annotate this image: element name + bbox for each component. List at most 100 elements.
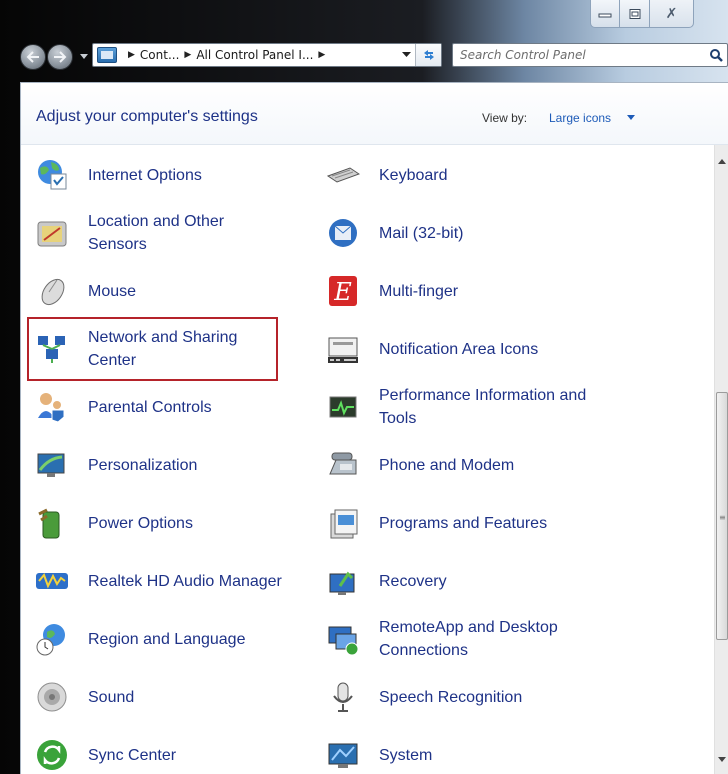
sync-center-icon — [35, 738, 69, 772]
item-label: Recovery — [379, 572, 447, 590]
item-parental-controls[interactable]: Parental Controls — [35, 381, 212, 433]
vertical-scrollbar[interactable]: ≡ — [714, 145, 728, 774]
mouse-icon — [35, 274, 69, 308]
notification-area-icon — [326, 332, 360, 366]
item-speech-recognition[interactable]: Speech Recognition — [326, 671, 522, 723]
close-button[interactable]: ✗ — [650, 0, 694, 28]
performance-icon — [326, 390, 360, 424]
phone-modem-icon — [326, 448, 360, 482]
scrollbar-thumb[interactable]: ≡ — [716, 392, 728, 640]
network-icon — [35, 332, 69, 366]
item-programs-features[interactable]: Programs and Features — [326, 497, 547, 549]
view-by-caret-icon[interactable] — [627, 115, 635, 120]
item-label: Speech Recognition — [379, 688, 523, 706]
window-frame: ✗ ▶ Cont... ▶ All Control Panel I... ▶ S… — [0, 0, 728, 774]
sound-icon — [35, 680, 69, 714]
content-pane: Adjust your computer's settings View by:… — [20, 82, 728, 774]
back-arrow-icon — [26, 51, 39, 63]
item-realtek-audio[interactable]: Realtek HD Audio Manager — [35, 555, 282, 607]
minimize-button[interactable] — [590, 0, 620, 28]
programs-features-icon — [326, 506, 360, 540]
item-mail[interactable]: Mail (32-bit) — [326, 207, 463, 259]
control-panel-icon — [97, 47, 117, 63]
item-label: Sync Center — [88, 746, 177, 764]
item-label: Notification Area Icons — [379, 340, 539, 358]
address-bar[interactable]: ▶ Cont... ▶ All Control Panel I... ▶ — [92, 43, 442, 67]
maximize-button[interactable] — [620, 0, 650, 28]
item-label: Phone and Modem — [379, 456, 515, 474]
refresh-button[interactable] — [415, 44, 441, 66]
system-icon — [326, 738, 360, 772]
internet-options-icon — [35, 158, 69, 192]
keyboard-icon — [326, 158, 360, 192]
item-sync-center[interactable]: Sync Center — [35, 729, 176, 774]
breadcrumb-arrow-icon[interactable]: ▶ — [184, 50, 191, 60]
region-language-icon — [35, 622, 69, 656]
item-notification-area[interactable]: Notification Area Icons — [326, 323, 538, 375]
item-label: Sound — [88, 688, 135, 706]
item-label: Internet Options — [88, 166, 202, 184]
item-phone-modem[interactable]: Phone and Modem — [326, 439, 514, 491]
item-label: Multi-finger — [379, 282, 459, 300]
navigation-bar: ▶ Cont... ▶ All Control Panel I... ▶ Sea… — [0, 40, 728, 72]
item-recovery[interactable]: Recovery — [326, 555, 447, 607]
item-power-options[interactable]: Power Options — [35, 497, 193, 549]
item-label: Realtek HD Audio Manager — [88, 572, 282, 590]
location-sensors-icon — [35, 216, 69, 250]
item-mouse[interactable]: Mouse — [35, 265, 136, 317]
restore-icon — [629, 8, 640, 19]
breadcrumb-arrow-icon[interactable]: ▶ — [318, 50, 325, 60]
power-options-icon — [35, 506, 69, 540]
parental-controls-icon — [35, 390, 69, 424]
recent-pages-dropdown-icon[interactable] — [80, 54, 88, 59]
item-label: Keyboard — [379, 166, 448, 184]
personalization-icon — [35, 448, 69, 482]
item-multi-finger[interactable]: E Multi-finger — [326, 265, 458, 317]
item-label: Mouse — [88, 282, 137, 300]
item-label: Parental Controls — [88, 398, 212, 416]
item-label: RemoteApp and Desktop Connections — [379, 619, 558, 659]
scroll-up-arrow-icon[interactable] — [718, 159, 726, 164]
search-placeholder: Search Control Panel — [460, 48, 586, 62]
item-personalization[interactable]: Personalization — [35, 439, 197, 491]
item-system[interactable]: System — [326, 729, 432, 774]
breadcrumb-control-panel[interactable]: Cont... — [140, 48, 179, 62]
item-region-language[interactable]: Region and Language — [35, 613, 245, 665]
mail-icon — [326, 216, 360, 250]
back-button[interactable] — [20, 44, 46, 70]
close-icon: ✗ — [665, 5, 678, 22]
realtek-audio-icon — [35, 564, 69, 598]
grip-icon: ≡ — [719, 513, 726, 522]
recovery-icon — [326, 564, 360, 598]
breadcrumb-arrow-icon[interactable]: ▶ — [128, 50, 135, 60]
item-label: Personalization — [88, 456, 198, 474]
view-by-dropdown[interactable]: Large icons — [549, 111, 611, 125]
item-label: Location and Other Sensors — [88, 213, 225, 253]
item-internet-options[interactable]: Internet Options — [35, 149, 202, 201]
breadcrumb-all-items[interactable]: All Control Panel I... — [196, 48, 313, 62]
item-label: System — [379, 746, 433, 764]
item-performance[interactable]: Performance Information and Tools — [326, 381, 599, 433]
page-title: Adjust your computer's settings — [36, 108, 258, 125]
item-keyboard[interactable]: Keyboard — [326, 149, 448, 201]
speech-recognition-icon — [326, 680, 360, 714]
item-label: Power Options — [88, 514, 193, 532]
item-sound[interactable]: Sound — [35, 671, 134, 723]
content-toolbar: Adjust your computer's settings View by:… — [21, 83, 728, 145]
remoteapp-icon — [326, 622, 360, 656]
view-by-label: View by: — [482, 111, 528, 125]
search-icon[interactable] — [709, 48, 723, 62]
item-label: Mail (32-bit) — [379, 224, 464, 242]
item-remoteapp[interactable]: RemoteApp and Desktop Connections — [326, 613, 599, 665]
item-network-sharing[interactable]: Network and Sharing Center — [35, 323, 268, 375]
item-label: Network and Sharing Center — [88, 329, 238, 369]
search-input[interactable]: Search Control Panel — [452, 43, 728, 67]
address-dropdown-icon[interactable] — [402, 52, 411, 57]
svg-text:E: E — [333, 278, 352, 306]
multi-finger-icon: E — [326, 274, 360, 308]
forward-button[interactable] — [47, 44, 73, 70]
scroll-down-arrow-icon[interactable] — [718, 757, 726, 762]
item-location-sensors[interactable]: Location and Other Sensors — [35, 207, 268, 259]
window-controls: ✗ — [590, 0, 728, 28]
minimize-icon — [598, 13, 612, 17]
